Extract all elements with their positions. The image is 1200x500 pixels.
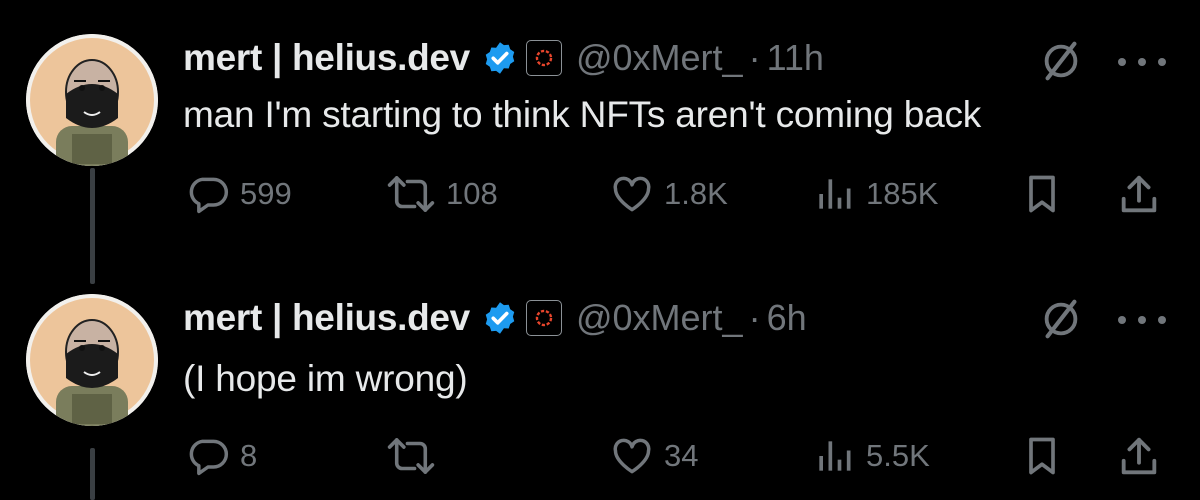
bookmark-button[interactable] <box>1020 172 1064 216</box>
verified-badge-icon <box>482 40 518 76</box>
separator-dot: · <box>748 297 761 338</box>
heart-icon <box>610 434 654 478</box>
handle[interactable]: @0xMert_ <box>576 297 743 339</box>
views-button[interactable]: 185K <box>812 172 938 216</box>
display-name[interactable]: mert | helius.dev <box>183 37 470 79</box>
share-icon <box>1116 434 1162 480</box>
views-icon <box>812 172 856 216</box>
like-button[interactable]: 1.8K <box>610 172 728 216</box>
views-icon <box>812 434 856 478</box>
view-count: 185K <box>866 176 939 211</box>
share-button[interactable] <box>1116 434 1162 480</box>
timestamp[interactable]: 11h <box>767 37 824 79</box>
separator-dot: · <box>748 37 761 78</box>
repost-button[interactable] <box>386 434 446 478</box>
reply-icon <box>186 172 230 216</box>
repost-icon <box>386 172 436 216</box>
more-icon[interactable] <box>1118 310 1166 330</box>
tweet-1[interactable]: mert | helius.dev @0xMert_ · 11h man I'm… <box>0 0 1200 250</box>
like-count: 34 <box>664 438 699 473</box>
grok-icon[interactable] <box>1038 296 1084 342</box>
share-icon <box>1116 172 1162 218</box>
view-count: 5.5K <box>866 438 930 473</box>
display-name[interactable]: mert | helius.dev <box>183 297 470 339</box>
reply-count: 599 <box>240 176 292 211</box>
avatar[interactable] <box>26 294 158 426</box>
like-button[interactable]: 34 <box>610 434 698 478</box>
avatar[interactable] <box>26 34 158 166</box>
repost-button[interactable]: 108 <box>386 172 498 216</box>
tweet-header: mert | helius.dev @0xMert_ · 11h <box>183 32 824 84</box>
timestamp[interactable]: 6h <box>767 297 807 339</box>
reply-icon <box>186 434 230 478</box>
repost-icon <box>386 434 436 478</box>
grok-icon[interactable] <box>1038 38 1084 84</box>
tweet-text: man I'm starting to think NFTs aren't co… <box>183 94 982 135</box>
helius-affiliate-icon[interactable] <box>525 300 562 336</box>
reply-button[interactable]: 8 <box>186 434 257 478</box>
verified-badge-icon <box>482 300 518 336</box>
bookmark-icon <box>1020 172 1064 216</box>
more-icon[interactable] <box>1118 52 1166 72</box>
bookmark-button[interactable] <box>1020 434 1064 478</box>
tweet-2[interactable]: mert | helius.dev @0xMert_ · 6h (I hope … <box>0 250 1200 500</box>
tweet-text: (I hope im wrong) <box>183 358 468 399</box>
reply-button[interactable]: 599 <box>186 172 292 216</box>
bookmark-icon <box>1020 434 1064 478</box>
heart-icon <box>610 172 654 216</box>
helius-affiliate-icon[interactable] <box>525 40 562 76</box>
handle[interactable]: @0xMert_ <box>576 37 743 79</box>
reply-count: 8 <box>240 438 258 473</box>
share-button[interactable] <box>1116 172 1162 218</box>
tweet-header: mert | helius.dev @0xMert_ · 6h <box>183 292 807 344</box>
views-button[interactable]: 5.5K <box>812 434 930 478</box>
repost-count: 108 <box>446 176 498 211</box>
like-count: 1.8K <box>664 176 728 211</box>
